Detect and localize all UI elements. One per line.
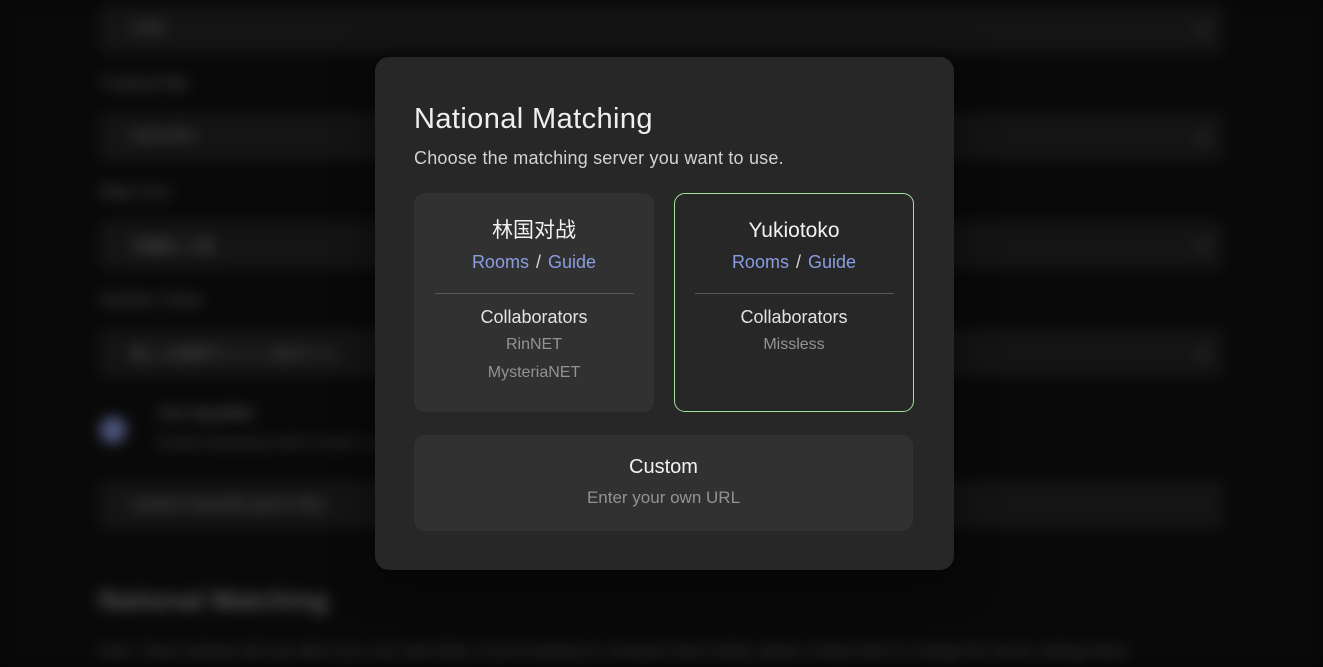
guide-link[interactable]: Guide [808, 252, 856, 272]
server-card-linguo[interactable]: 林国对战 Rooms / Guide Collaborators RinNET … [414, 193, 654, 412]
server-options: 林国对战 Rooms / Guide Collaborators RinNET … [414, 193, 914, 412]
divider [435, 293, 634, 294]
custom-title: Custom [414, 456, 913, 479]
collaborators-heading: Collaborators [415, 307, 653, 328]
national-matching-dialog: National Matching Choose the matching se… [375, 57, 954, 570]
rooms-link[interactable]: Rooms [472, 252, 529, 272]
server-name: 林国对战 [415, 217, 653, 245]
collaborator: MysteriaNET [415, 362, 653, 384]
collaborator: Missless [675, 334, 913, 356]
rooms-link[interactable]: Rooms [732, 252, 789, 272]
server-card-yukiotoko[interactable]: Yukiotoko Rooms / Guide Collaborators Mi… [674, 193, 914, 412]
guide-link[interactable]: Guide [548, 252, 596, 272]
collaborators-heading: Collaborators [675, 307, 913, 328]
link-separator: / [534, 252, 543, 272]
divider [695, 293, 894, 294]
server-links: Rooms / Guide [415, 249, 653, 275]
dialog-title: National Matching [414, 103, 914, 136]
dialog-subtitle: Choose the matching server you want to u… [414, 148, 914, 169]
server-links: Rooms / Guide [675, 249, 913, 275]
server-name: Yukiotoko [675, 217, 913, 245]
custom-server-card[interactable]: Custom Enter your own URL [414, 435, 913, 531]
link-separator: / [794, 252, 803, 272]
custom-subtitle: Enter your own URL [414, 488, 913, 508]
collaborator: RinNET [415, 334, 653, 356]
